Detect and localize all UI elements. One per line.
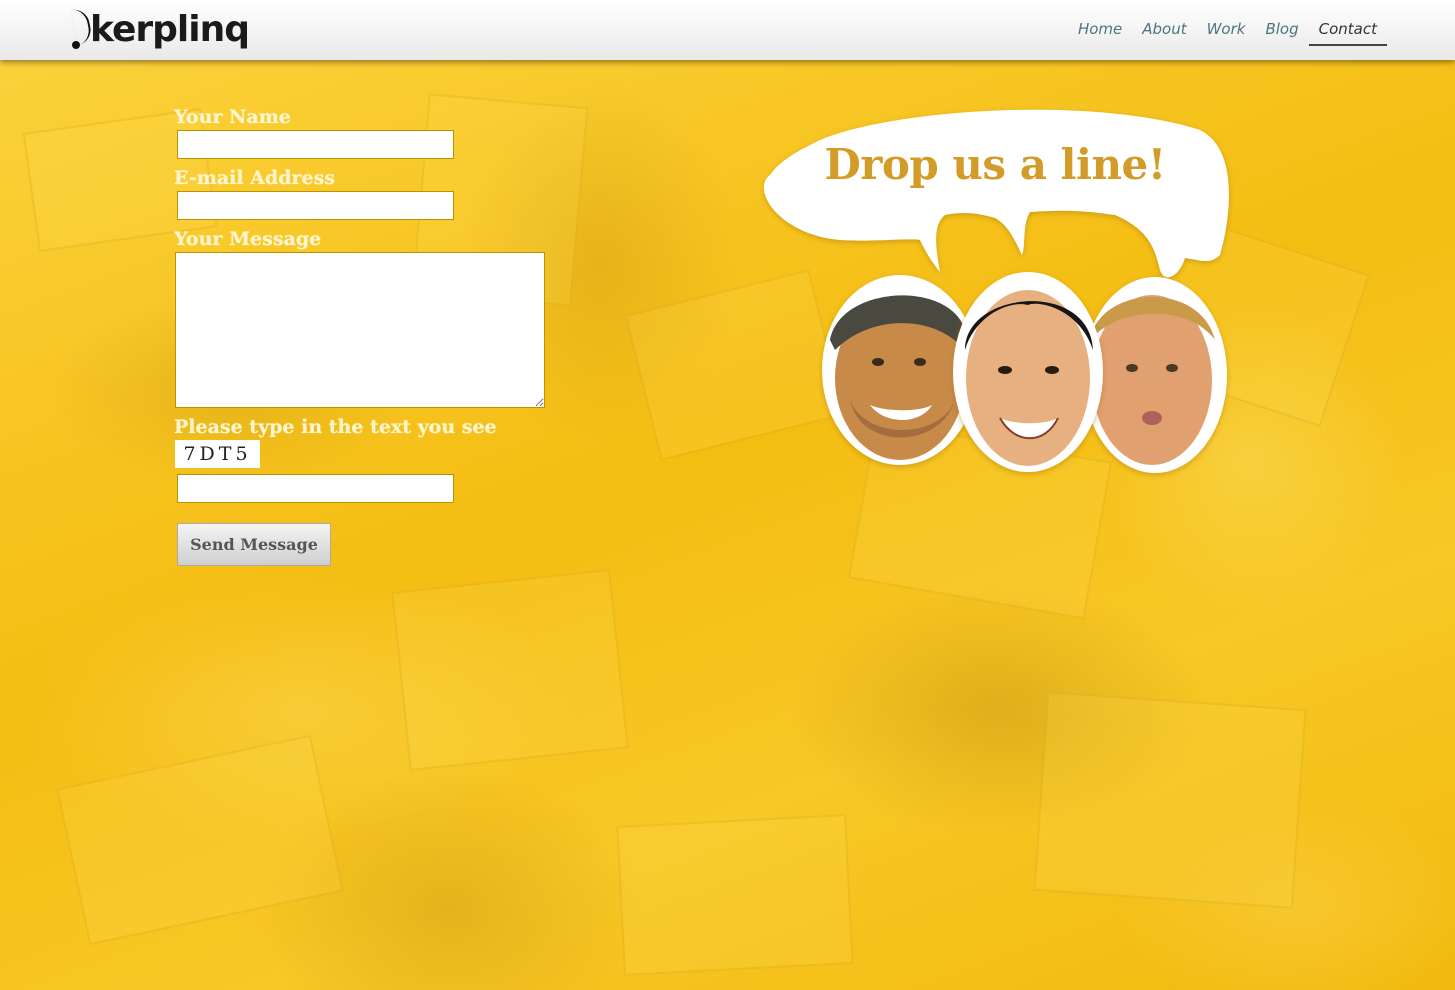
speech-bubble-shape bbox=[763, 109, 1229, 278]
send-message-button[interactable]: Send Message bbox=[177, 523, 331, 566]
main-nav: Home About Work Blog Contact bbox=[1068, 18, 1387, 46]
name-label: Your Name bbox=[174, 106, 291, 128]
nav-work[interactable]: Work bbox=[1197, 18, 1256, 46]
captcha-input[interactable] bbox=[177, 474, 454, 503]
captcha-label: Please type in the text you see bbox=[174, 416, 497, 438]
captcha-image: 7DT5 bbox=[175, 440, 260, 468]
contact-form: Your Name E-mail Address Your Message Pl… bbox=[174, 106, 574, 566]
email-input[interactable] bbox=[177, 191, 454, 220]
face-2 bbox=[953, 272, 1103, 472]
nav-about[interactable]: About bbox=[1132, 18, 1196, 46]
message-label: Your Message bbox=[174, 228, 322, 250]
face-3 bbox=[1083, 277, 1227, 473]
logo-text: kerplinq bbox=[90, 9, 250, 50]
email-label: E-mail Address bbox=[174, 167, 335, 189]
site-header: kerplinq Home About Work Blog Contact bbox=[0, 0, 1455, 60]
bubble-heading: Drop us a line! bbox=[824, 140, 1166, 189]
logo[interactable]: kerplinq bbox=[70, 6, 250, 52]
nav-home[interactable]: Home bbox=[1068, 18, 1132, 46]
nav-blog[interactable]: Blog bbox=[1255, 18, 1308, 46]
nav-contact[interactable]: Contact bbox=[1308, 18, 1387, 46]
name-input[interactable] bbox=[177, 130, 454, 159]
speech-bubble-illustration: Drop us a line! bbox=[760, 100, 1235, 485]
message-textarea[interactable] bbox=[175, 252, 545, 408]
logo-mark-icon bbox=[70, 6, 94, 52]
